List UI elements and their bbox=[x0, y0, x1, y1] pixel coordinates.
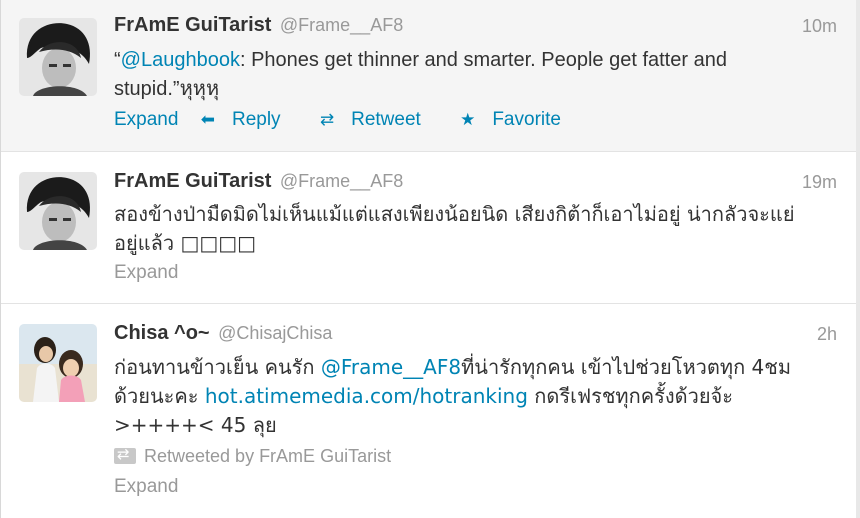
avatar[interactable] bbox=[19, 18, 97, 96]
username[interactable]: @Frame__AF8 bbox=[280, 15, 403, 35]
retweet-icon bbox=[114, 445, 136, 464]
expand-link[interactable]: Expand bbox=[114, 476, 178, 497]
quote-open: “ bbox=[114, 49, 121, 71]
retweet-icon: ⇄ bbox=[319, 110, 335, 129]
reply-button[interactable]: ⬅ Reply bbox=[201, 109, 298, 130]
tweet-item[interactable]: Chisa ^o~ @ChisajChisa 2h ก่อนทานข้าวเย็… bbox=[1, 304, 856, 518]
favorite-button[interactable]: ★ Favorite bbox=[460, 109, 578, 130]
tweet-actions: Expand bbox=[114, 476, 195, 500]
username[interactable]: @ChisajChisa bbox=[218, 323, 332, 343]
retweet-context[interactable]: Retweeted by FrAmE GuiTarist bbox=[114, 445, 392, 467]
timestamp[interactable]: 19m bbox=[802, 172, 837, 193]
tweet-text: ก่อนทานข้าวเย็น คนรัก @Frame__AF8ที่น่าร… bbox=[114, 353, 814, 440]
tweet-item[interactable]: FrAmE GuiTarist @Frame__AF8 19m สองข้างป… bbox=[1, 152, 856, 304]
retweet-label: Retweet bbox=[351, 109, 421, 130]
tweet-header: FrAmE GuiTarist @Frame__AF8 19m bbox=[114, 170, 856, 198]
avatar[interactable] bbox=[19, 172, 97, 250]
favorite-label: Favorite bbox=[492, 109, 561, 130]
tweet-text: “@Laughbook: Phones get thinner and smar… bbox=[114, 46, 814, 104]
tweet-text: สองข้างป่ามืดมิดไม่เห็นแม้แต่แสงเพียงน้อ… bbox=[114, 202, 795, 255]
retweeted-by-label: Retweeted by FrAmE GuiTarist bbox=[144, 446, 392, 466]
username[interactable]: @Frame__AF8 bbox=[280, 171, 403, 191]
tweet-header: Chisa ^o~ @ChisajChisa 2h bbox=[114, 322, 856, 350]
tweet-item[interactable]: FrAmE GuiTarist @Frame__AF8 10m “@Laughb… bbox=[1, 0, 856, 152]
tweet-actions: Expand bbox=[114, 262, 195, 286]
fullname[interactable]: FrAmE GuiTarist bbox=[114, 14, 271, 36]
star-icon: ★ bbox=[460, 110, 476, 129]
expand-link[interactable]: Expand bbox=[114, 262, 178, 283]
fullname[interactable]: Chisa ^o~ bbox=[114, 322, 210, 344]
mention-link[interactable]: @Frame__AF8 bbox=[321, 355, 461, 379]
fullname[interactable]: FrAmE GuiTarist bbox=[114, 170, 271, 192]
avatar[interactable] bbox=[19, 324, 97, 402]
reply-icon: ⬅ bbox=[200, 110, 215, 129]
timestamp[interactable]: 2h bbox=[817, 324, 837, 345]
expand-link[interactable]: Expand bbox=[114, 109, 178, 130]
reply-label: Reply bbox=[231, 109, 281, 130]
tweet-header: FrAmE GuiTarist @Frame__AF8 10m bbox=[114, 14, 856, 42]
tweet-timeline: FrAmE GuiTarist @Frame__AF8 10m “@Laughb… bbox=[0, 0, 860, 518]
scrollbar[interactable] bbox=[856, 0, 860, 518]
retweet-button[interactable]: ⇄ Retweet bbox=[320, 109, 438, 130]
tweet-text-part: ก่อนทานข้าวเย็น คนรัก bbox=[114, 355, 321, 379]
mention-link[interactable]: @Laughbook bbox=[121, 49, 240, 71]
timestamp[interactable]: 10m bbox=[802, 16, 837, 37]
url-link[interactable]: hot.atimemedia.com/hotranking bbox=[205, 384, 528, 408]
tweet-actions: Expand ⬅ Reply ⇄ Retweet ★ Favorite bbox=[114, 109, 595, 133]
